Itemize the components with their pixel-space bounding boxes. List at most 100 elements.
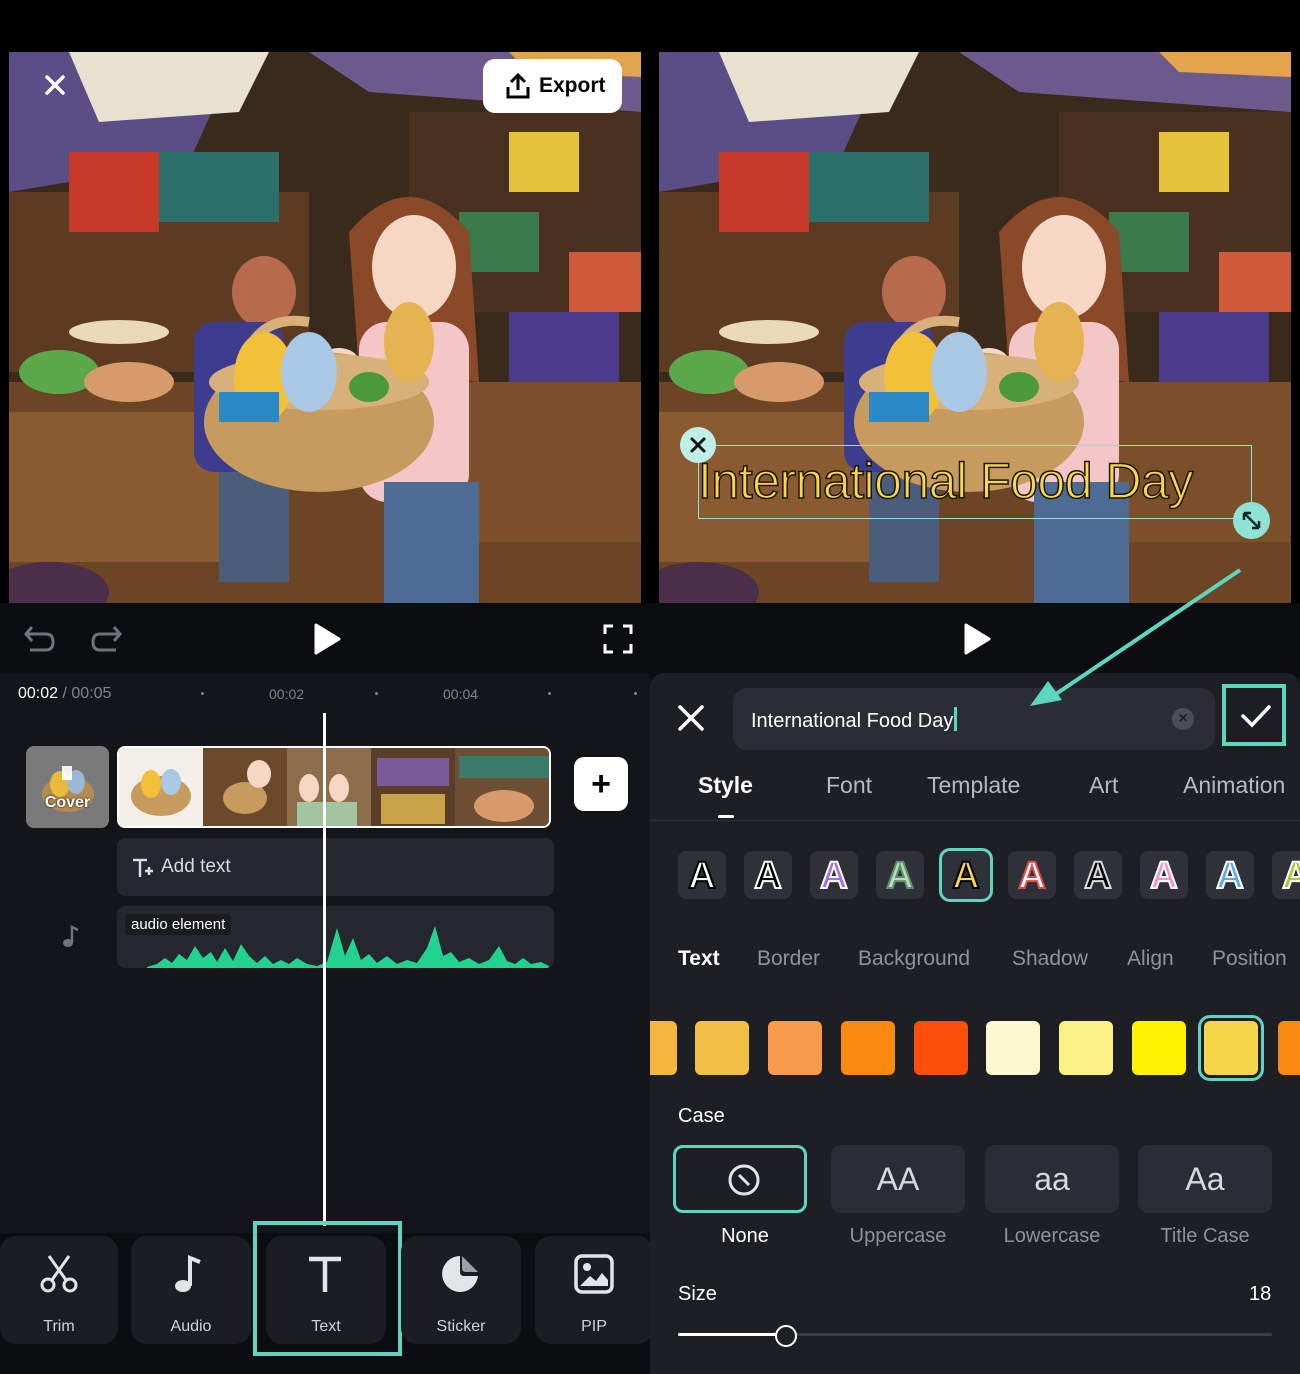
tab-template[interactable]: Template [927,772,1020,799]
music-note-icon [175,1255,201,1292]
close-editor-icon[interactable] [676,703,706,738]
style-preset[interactable]: A [678,851,726,899]
timecode: 00:02 / 00:05 [18,685,111,703]
style-preset[interactable]: A [1074,851,1122,899]
pip-button[interactable]: PIP [535,1236,653,1344]
audio-track[interactable]: audio element [117,906,554,968]
tick-dot [548,692,551,695]
tab-animation[interactable]: Animation [1183,772,1285,798]
tick-label: 00:02 [269,686,305,702]
overlay-delete-icon[interactable] [680,427,716,463]
color-swatch[interactable] [1059,1021,1113,1075]
add-clip-button[interactable]: + [574,757,628,811]
tab-style[interactable]: Style [698,772,753,799]
pip-label: PIP [581,1318,607,1335]
add-text-track[interactable]: Add text [117,838,554,896]
color-swatch[interactable] [986,1021,1040,1075]
subtab-position[interactable]: Position [1212,947,1287,971]
audio-button[interactable]: Audio [131,1236,251,1344]
style-preset-selected[interactable]: A [942,851,990,899]
export-label: Export [539,74,606,97]
play-button[interactable] [962,622,992,661]
tab-art[interactable]: Art [1089,772,1118,799]
tab-font[interactable]: Font [826,772,872,799]
style-preset[interactable]: A [1140,851,1188,899]
checkmark-icon [1241,705,1271,728]
playhead[interactable] [323,713,326,1226]
video-preview [9,52,641,604]
case-titlecase-label: Title Case [1160,1225,1250,1247]
sticker-button[interactable]: Sticker [401,1236,521,1344]
color-swatch[interactable] [768,1021,822,1075]
style-preset[interactable]: A [1206,851,1254,899]
case-uppercase-button[interactable]: AA [831,1145,965,1213]
music-note-icon [62,924,80,953]
color-swatch[interactable] [1132,1021,1186,1075]
close-icon[interactable] [40,70,70,100]
style-preset[interactable]: A [876,851,924,899]
trim-label: Trim [43,1318,75,1335]
tab-divider [650,820,1300,821]
audio-label: audio element [125,914,232,935]
sticker-icon [442,1256,478,1292]
tick-label: 00:04 [443,686,479,702]
cover-label: Cover [44,794,91,811]
color-swatch[interactable] [1278,1021,1300,1075]
color-swatch[interactable] [695,1021,749,1075]
tab-indicator [718,815,734,818]
color-row [650,1015,1300,1085]
audio-label: Audio [170,1318,212,1335]
time-current: 00:02 [18,685,59,702]
subtab-text[interactable]: Text [678,947,720,971]
tick-dot [201,692,204,695]
size-title: Size [678,1283,717,1305]
subtab-align[interactable]: Align [1127,947,1174,971]
size-value: 18 [1249,1283,1272,1305]
color-swatch-selected[interactable] [1204,1021,1258,1075]
play-button[interactable] [312,622,342,661]
time-total: / 00:05 [62,685,112,702]
scissors-icon [40,1255,78,1293]
color-swatch[interactable] [841,1021,895,1075]
style-preset-clip: A [1272,851,1300,899]
video-preview-edit [659,52,1291,604]
trim-button[interactable]: Trim [0,1236,118,1344]
style-preset[interactable]: A [810,851,858,899]
video-clip-strip[interactable] [117,746,551,828]
size-slider-thumb[interactable] [775,1325,797,1347]
overlay-resize-icon[interactable] [1233,502,1270,539]
cover-button[interactable]: Cover [26,746,109,828]
sticker-label: Sticker [436,1318,486,1335]
case-title: Case [678,1105,725,1127]
case-none-label: None [721,1225,769,1247]
no-symbol-icon [728,1164,760,1196]
redo-icon[interactable] [90,623,124,658]
style-preset[interactable]: A [1008,851,1056,899]
upload-icon [506,73,530,99]
export-button[interactable]: Export [483,59,622,113]
text-button-highlight [253,1221,402,1356]
color-swatch[interactable] [914,1021,968,1075]
case-lowercase-label: Lowercase [1003,1225,1101,1247]
text-input-value: International Food Day [751,710,954,732]
subtab-shadow[interactable]: Shadow [1012,947,1088,971]
style-preset[interactable]: A [744,851,792,899]
image-icon [574,1254,614,1294]
case-none-button[interactable] [673,1145,807,1213]
fullscreen-icon[interactable] [603,624,633,659]
case-titlecase-button[interactable]: Aa [1138,1145,1272,1213]
case-lowercase-button[interactable]: aa [985,1145,1119,1213]
undo-icon[interactable] [22,623,56,658]
subtab-background[interactable]: Background [858,947,970,971]
style-preset[interactable]: A [1272,851,1300,899]
color-swatch[interactable] [650,1021,677,1075]
size-slider-fill [678,1333,785,1336]
add-text-icon [133,858,153,877]
case-uppercase-label: Uppercase [849,1225,947,1247]
clear-input-icon[interactable]: × [1172,708,1194,730]
subtab-border[interactable]: Border [757,947,820,971]
tick-dot [375,692,378,695]
annotation-arrow [1030,568,1242,706]
tick-dot [634,692,637,695]
text-caret [954,707,958,731]
